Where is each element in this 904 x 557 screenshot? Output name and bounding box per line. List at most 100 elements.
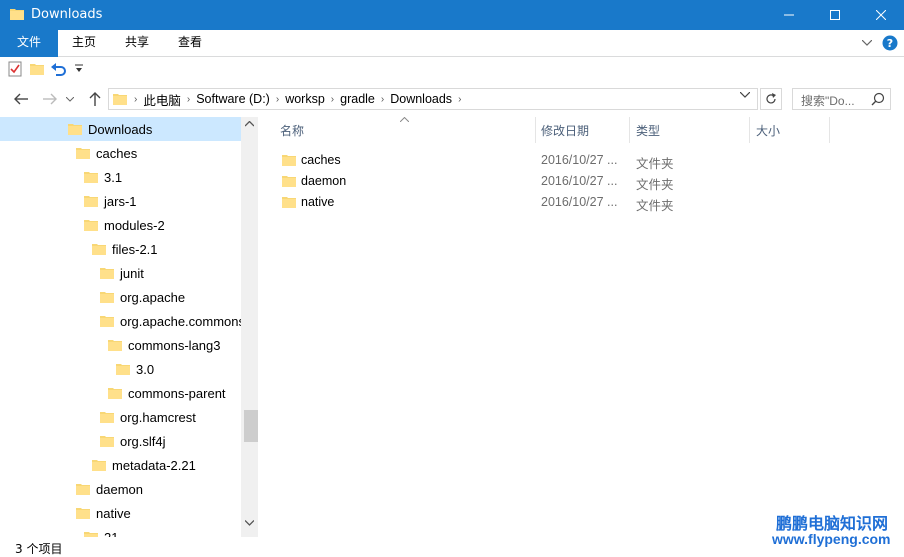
watermark-url: www.flypeng.com: [772, 531, 891, 547]
sort-ascending-icon: [400, 117, 409, 122]
title-bar: Downloads: [0, 0, 904, 30]
nav-item-label: commons-parent: [128, 385, 226, 401]
file-date: 2016/10/27 ...: [541, 195, 618, 209]
nav-item-org-slf4j[interactable]: org.slf4j: [100, 429, 166, 453]
nav-item-org-apache[interactable]: org.apache: [100, 285, 185, 309]
breadcrumb-downloads[interactable]: Downloads: [385, 92, 457, 106]
nav-item-3-0[interactable]: 3.0: [116, 357, 154, 381]
forward-button[interactable]: [40, 89, 60, 109]
folder-icon: [84, 171, 98, 183]
folder-icon: [108, 339, 122, 351]
folder-icon: [92, 243, 106, 255]
nav-item-label: 3.1: [104, 169, 123, 185]
quick-access-toolbar: [0, 57, 904, 83]
folder-icon: [76, 507, 90, 519]
chevron-down-icon[interactable]: [862, 40, 872, 46]
file-date: 2016/10/27 ...: [541, 174, 618, 188]
tab-view[interactable]: 查看: [168, 30, 212, 57]
maximize-button[interactable]: [812, 0, 858, 30]
nav-item-label: 3.0: [136, 361, 155, 377]
nav-item-org-hamcrest[interactable]: org.hamcrest: [100, 405, 196, 429]
nav-item-label: daemon: [96, 481, 143, 497]
search-placeholder: 搜索"Do...: [801, 94, 855, 108]
file-row-daemon[interactable]: daemon 2016/10/27 ... 文件夹: [262, 171, 862, 192]
details-pane: 名称 修改日期 类型 大小 caches 2016/10/27 ... 文件夹 …: [262, 117, 904, 537]
navigation-pane: Downloads caches 3.1 jars-1 modules-2 files-2…: [0, 117, 258, 537]
minimize-button[interactable]: [766, 0, 812, 30]
nav-item-caches[interactable]: caches: [76, 141, 137, 165]
nav-item-label: metadata-2.21: [112, 457, 196, 473]
folder-icon: [100, 267, 114, 279]
ribbon-tabs: 文件 主页 共享 查看 ?: [0, 30, 904, 57]
nav-item-daemon[interactable]: daemon: [76, 477, 143, 501]
file-date: 2016/10/27 ...: [541, 153, 618, 167]
scroll-down-icon[interactable]: [245, 520, 254, 526]
nav-item-label: org.hamcrest: [120, 409, 196, 425]
nav-item-commons-lang3[interactable]: commons-lang3: [108, 333, 221, 357]
nav-item-org-apache-commons[interactable]: org.apache.commons: [100, 309, 245, 333]
search-icon[interactable]: [871, 92, 885, 106]
file-row-native[interactable]: native 2016/10/27 ... 文件夹: [262, 192, 862, 213]
folder-icon: [76, 147, 90, 159]
nav-item-junit[interactable]: junit: [100, 261, 144, 285]
nav-item-label: 21: [104, 529, 119, 538]
column-divider[interactable]: [535, 117, 536, 143]
scroll-up-icon[interactable]: [245, 121, 254, 127]
file-name: native: [301, 195, 335, 209]
column-header-size[interactable]: 大小: [756, 117, 780, 143]
file-row-caches[interactable]: caches 2016/10/27 ... 文件夹: [262, 150, 862, 171]
up-button[interactable]: [85, 89, 105, 109]
properties-icon[interactable]: [7, 61, 23, 77]
file-type: 文件夹: [636, 157, 674, 171]
column-divider[interactable]: [749, 117, 750, 143]
nav-item-3-1[interactable]: 3.1: [84, 165, 122, 189]
column-header-date[interactable]: 修改日期: [541, 117, 589, 143]
nav-item-label: org.apache.commons: [120, 313, 246, 329]
file-type: 文件夹: [636, 199, 674, 213]
tab-home[interactable]: 主页: [62, 30, 106, 57]
tab-file[interactable]: 文件: [0, 30, 58, 57]
address-dropdown-icon[interactable]: [740, 92, 750, 98]
nav-item-jars-1[interactable]: jars-1: [84, 189, 137, 213]
nav-item-commons-parent[interactable]: commons-parent: [108, 381, 226, 405]
customize-dropdown-icon[interactable]: [74, 64, 84, 74]
status-bar: 3 个项目: [0, 537, 904, 557]
file-name: daemon: [301, 174, 347, 188]
breadcrumb-drive[interactable]: Software (D:): [191, 92, 275, 106]
scrollbar-thumb[interactable]: [244, 410, 258, 442]
back-button[interactable]: [11, 89, 31, 109]
column-divider[interactable]: [829, 117, 830, 143]
svg-text:?: ?: [887, 37, 893, 50]
nav-item-downloads[interactable]: Downloads: [68, 117, 152, 141]
nav-item-label: jars-1: [104, 193, 137, 209]
address-bar[interactable]: › 此电脑 › Software (D:) › worksp › gradle …: [108, 88, 758, 110]
folder-icon: [282, 176, 296, 187]
close-button[interactable]: [858, 0, 904, 30]
folder-icon: [84, 195, 98, 207]
folder-icon: [116, 363, 130, 375]
nav-item-native[interactable]: native: [76, 501, 131, 525]
nav-item-metadata-2-21[interactable]: metadata-2.21: [92, 453, 196, 477]
folder-icon: [68, 123, 82, 135]
undo-icon[interactable]: [50, 61, 66, 77]
new-folder-icon[interactable]: [29, 61, 45, 77]
breadcrumb-gradle[interactable]: gradle: [335, 92, 380, 106]
breadcrumb-this-pc[interactable]: 此电脑: [138, 90, 186, 109]
refresh-button[interactable]: [760, 88, 782, 110]
nav-item-modules-2[interactable]: modules-2: [84, 213, 165, 237]
breadcrumb-worksp[interactable]: worksp: [280, 92, 330, 106]
nav-item-files-2-1[interactable]: files-2.1: [92, 237, 158, 261]
breadcrumb-separator-icon[interactable]: ›: [457, 94, 462, 105]
folder-icon: [113, 93, 127, 105]
recent-locations-dropdown[interactable]: [64, 89, 76, 109]
tab-share[interactable]: 共享: [115, 30, 159, 57]
nav-item-21[interactable]: 21: [84, 525, 118, 537]
column-divider[interactable]: [629, 117, 630, 143]
nav-item-label: native: [96, 505, 131, 521]
folder-icon: [92, 459, 106, 471]
column-header-type[interactable]: 类型: [636, 117, 660, 143]
column-header-name[interactable]: 名称: [280, 117, 304, 143]
help-icon[interactable]: ?: [882, 35, 898, 51]
nav-scrollbar[interactable]: [241, 117, 258, 537]
search-input[interactable]: 搜索"Do...: [792, 88, 891, 110]
